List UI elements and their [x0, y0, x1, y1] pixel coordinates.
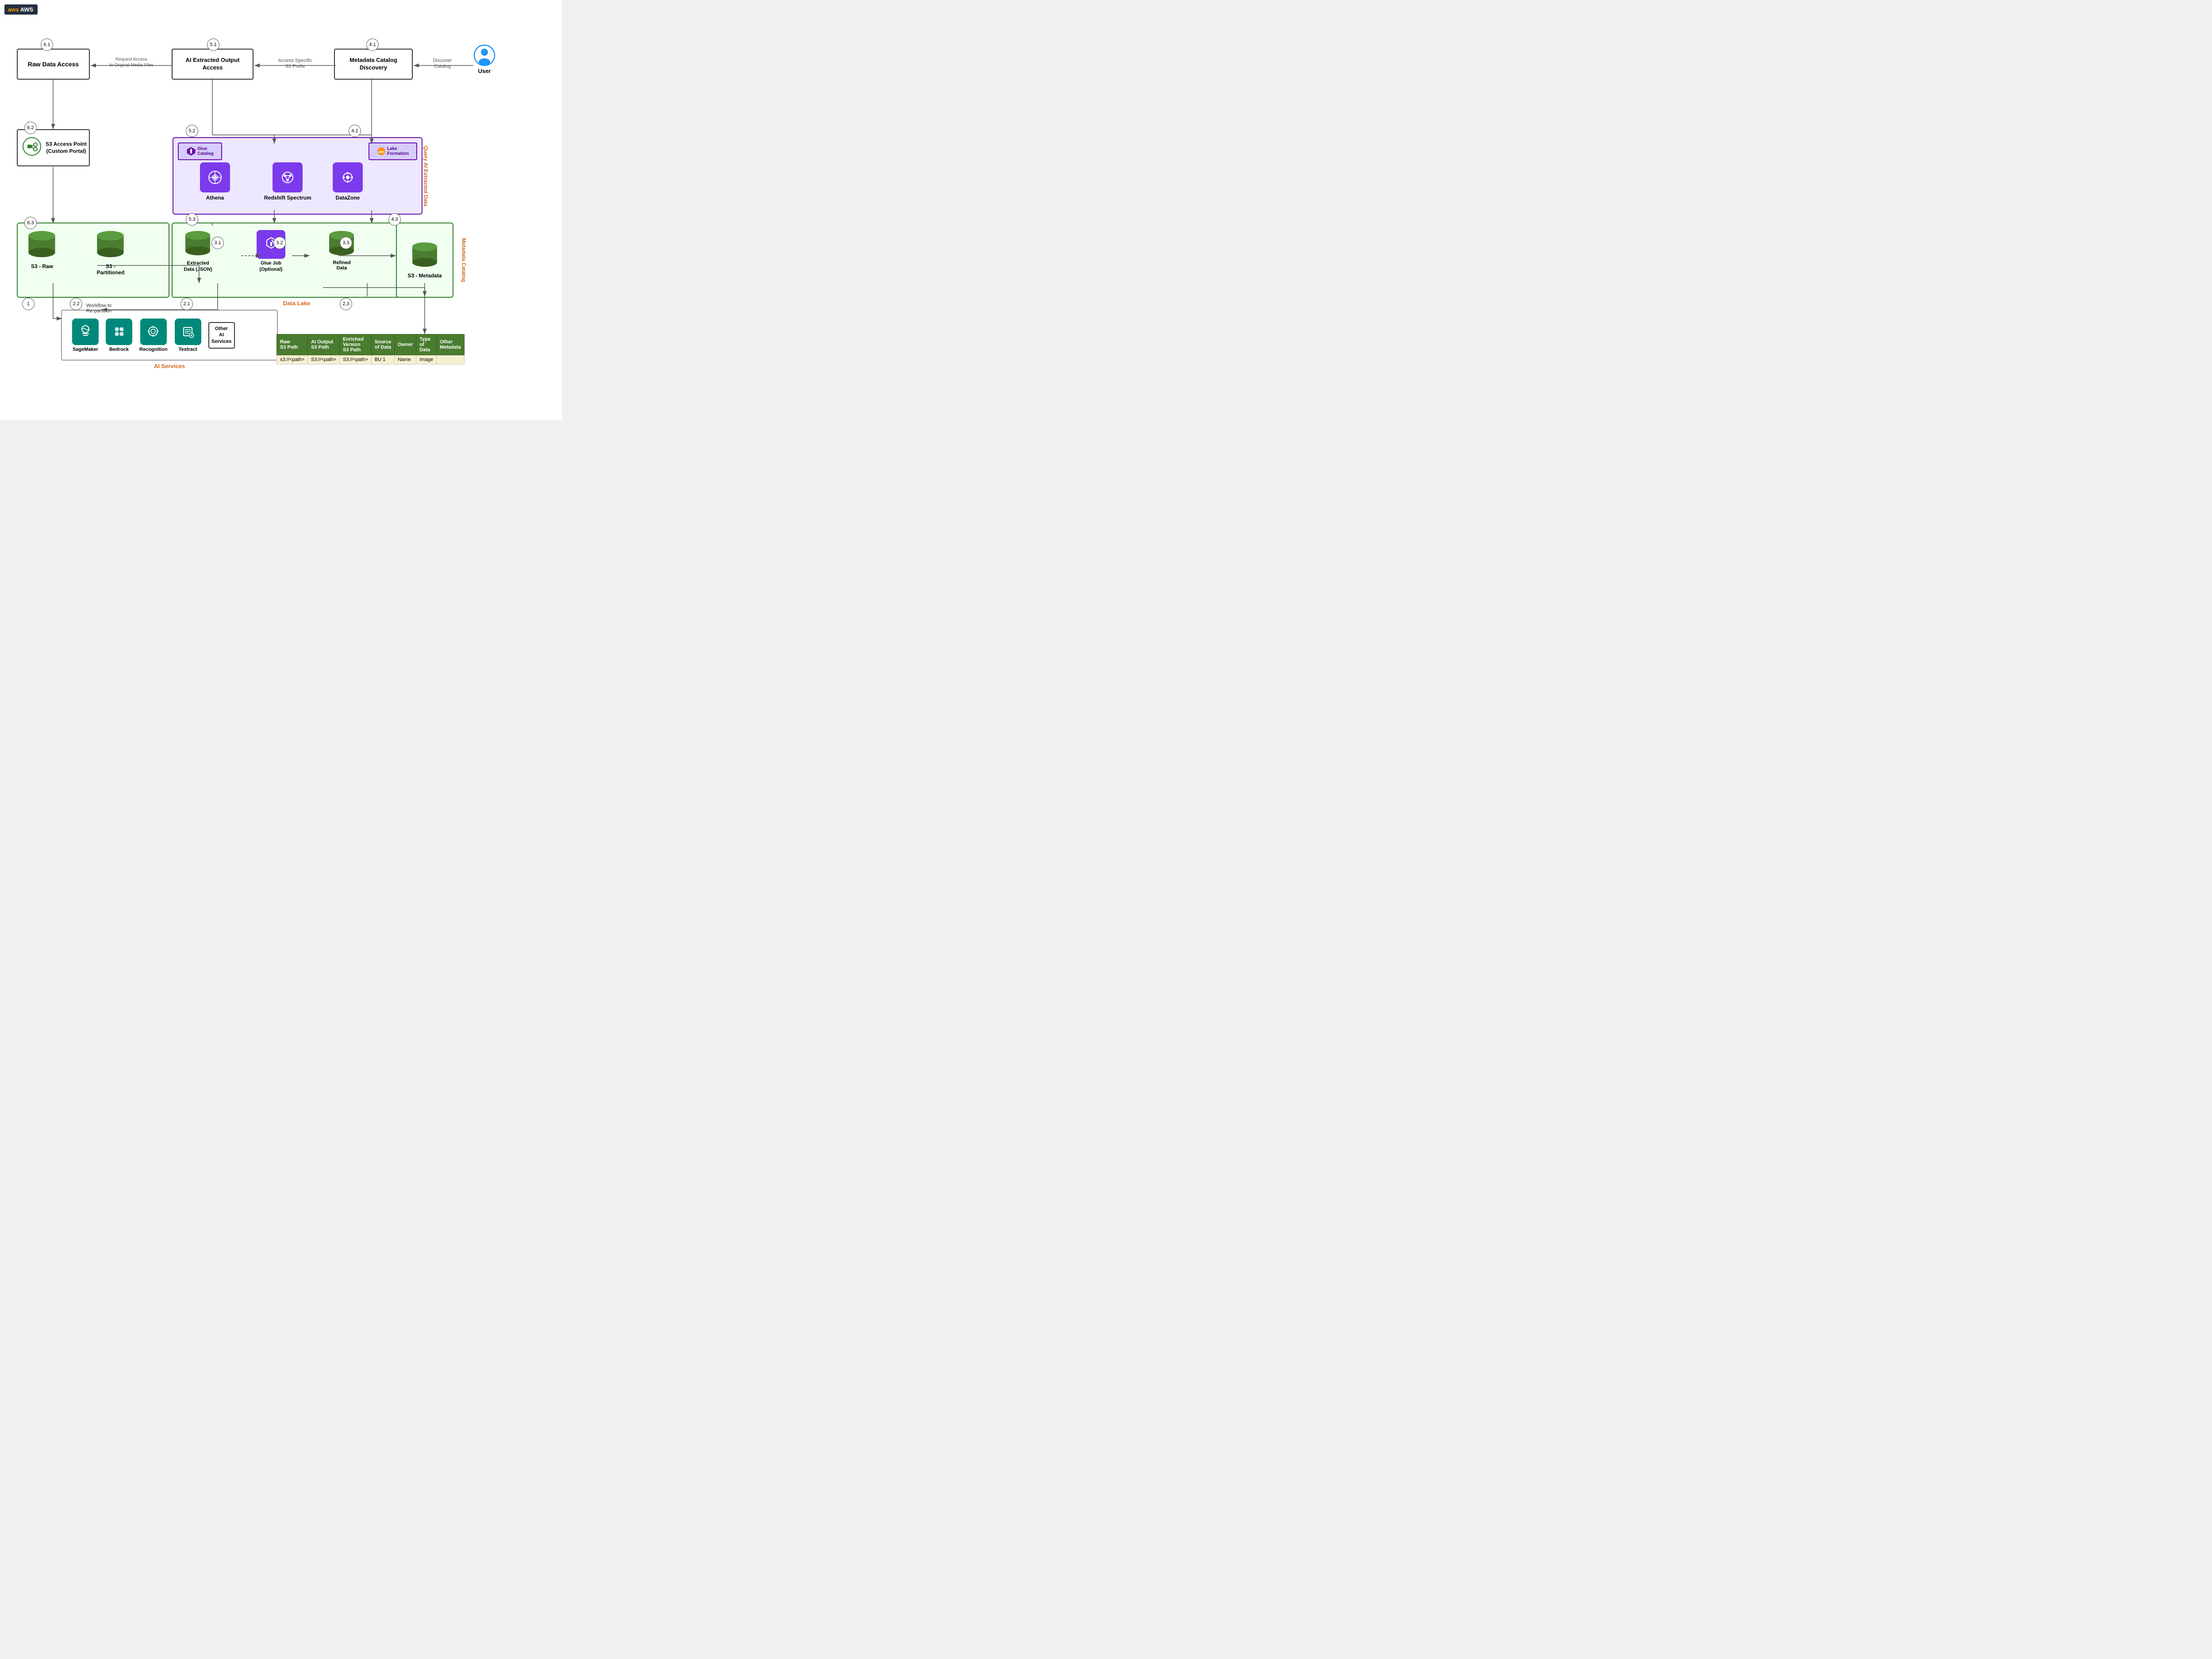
- step-3-3: 3.3: [340, 237, 352, 249]
- lake-formation-subbox: aws LakeFormation: [369, 142, 417, 160]
- cell-owner: Name: [395, 355, 416, 365]
- metadata-table: RawS3 Path AI OutputS3 Path Enriched Ver…: [276, 334, 465, 365]
- bedrock-service: Bedrock: [106, 319, 132, 352]
- refined-data-bucket: RefinedData: [327, 230, 356, 271]
- discover-catalog-label2: Catalog: [434, 64, 451, 69]
- step-3-1: 3.1: [211, 237, 224, 249]
- athena-icon: [206, 169, 224, 186]
- data-lake-box: AI Extracted Output Data Lake ExtractedD…: [172, 223, 422, 298]
- step-5-3: 5.3: [186, 213, 198, 226]
- textract-icon: [180, 324, 196, 339]
- s3-raw-icon: [27, 230, 58, 261]
- main-container: aws AWS Discover Catalog Access Specific…: [0, 0, 562, 420]
- data-lake-label: Data Lake: [283, 300, 310, 307]
- query-glue-box: GlueCatalog aws LakeFormation Athena: [173, 137, 422, 215]
- col-source: Sourceof Data: [371, 334, 394, 355]
- step-6-2: 6.2: [24, 122, 37, 134]
- step-3-2: 3.2: [273, 237, 286, 249]
- cell-raw-path: s3://<path>: [277, 355, 308, 365]
- cell-other: [436, 355, 464, 365]
- sagemaker-service: SageMaker: [72, 319, 99, 352]
- step-2-1: 2.1: [180, 298, 193, 310]
- col-type: Type ofData: [416, 334, 437, 355]
- metadata-catalog-side-label: Metadata Catalog: [461, 238, 467, 282]
- datazone-icon: [339, 169, 357, 186]
- aws-header: aws AWS: [4, 4, 38, 15]
- s3-raw-bucket: S3 - Raw: [27, 230, 58, 269]
- cell-ai-path: S3://<path>: [308, 355, 340, 365]
- svg-text:aws: aws: [378, 150, 384, 154]
- glue-icon: [186, 146, 196, 156]
- s3-storage-area: S3 - Raw S3 -Partitioned: [17, 223, 169, 298]
- user-label: User: [478, 68, 491, 74]
- metadata-catalog-discovery-box: Metadata Catalog Discovery: [334, 49, 413, 80]
- recognition-icon: [146, 324, 161, 339]
- access-specific-label: Access Specific: [278, 58, 312, 63]
- s3-partitioned-bucket: S3 -Partitioned: [95, 230, 126, 276]
- user-icon: User: [473, 44, 495, 74]
- other-ai-services: OtherAIServices: [208, 322, 235, 349]
- access-specific-label2: S3 Prefix: [285, 64, 305, 69]
- step-4-1: 4.1: [366, 38, 379, 51]
- s3-metadata-box: S3 - Metadata Metadata Catalog: [396, 223, 453, 298]
- recognition-service: Recognition: [139, 319, 168, 352]
- col-other: OtherMetadata: [436, 334, 464, 355]
- step-2-2: 2.2: [70, 298, 82, 310]
- redshift-icon: [279, 169, 296, 186]
- ai-services-box: SageMaker Bedrock: [61, 310, 278, 361]
- request-access-label2: to Original Media Files: [109, 63, 153, 68]
- sagemaker-icon: [78, 324, 93, 339]
- metadata-table-container: RawS3 Path AI OutputS3 Path Enriched Ver…: [276, 334, 348, 342]
- ai-extracted-output-box: AI Extracted Output Access: [172, 49, 253, 80]
- step-2-3: 2.3: [340, 298, 352, 310]
- access-point-icon: [22, 137, 42, 157]
- col-raw-s3: RawS3 Path: [277, 334, 308, 355]
- s3-metadata-icon: [411, 242, 439, 270]
- cell-enriched-path: S3://<path>: [339, 355, 371, 365]
- aws-logo: aws: [8, 6, 19, 13]
- aws-label: AWS: [20, 6, 34, 13]
- glue-catalog-subbox: GlueCatalog: [178, 142, 222, 160]
- col-ai-output: AI OutputS3 Path: [308, 334, 340, 355]
- cell-source: BU 1: [371, 355, 394, 365]
- query-ai-label: Query AI Extracted Data: [423, 146, 429, 206]
- ai-services-label: AI Services: [154, 363, 185, 369]
- step-6-1: 6.1: [41, 38, 53, 51]
- lake-icon: aws: [377, 147, 386, 156]
- step-6-3: 6.3: [24, 217, 37, 229]
- discover-catalog-label: Discover: [433, 58, 452, 63]
- step-1: 1: [22, 298, 35, 310]
- step-4-2: 4.2: [349, 125, 361, 137]
- workflow-repartition-label: Workflow toRe-partition: [86, 303, 111, 314]
- step-4-3: 4.3: [388, 213, 401, 226]
- redshift-service: Redshift Spectrum: [264, 162, 311, 201]
- cell-type: Image: [416, 355, 437, 365]
- step-5-1: 5.1: [207, 38, 219, 51]
- s3-access-point-box: S3 Access Point(Custom Portal): [17, 129, 90, 166]
- textract-service: Textract: [175, 319, 201, 352]
- datazone-service: DataZone: [333, 162, 363, 201]
- user-svg: [473, 44, 495, 66]
- athena-service: Athena: [200, 162, 230, 201]
- request-access-label: Request Access: [115, 57, 147, 62]
- raw-data-access-box: Raw Data Access: [17, 49, 90, 80]
- extracted-data-bucket: ExtractedData (JSON): [184, 230, 212, 273]
- step-5-2: 5.2: [186, 125, 198, 137]
- bedrock-icon: [111, 324, 127, 339]
- s3-partitioned-icon: [95, 230, 126, 261]
- extracted-bucket-icon: [184, 230, 212, 259]
- col-enriched: Enriched VersionS3 Path: [339, 334, 371, 355]
- col-owner: Owner: [395, 334, 416, 355]
